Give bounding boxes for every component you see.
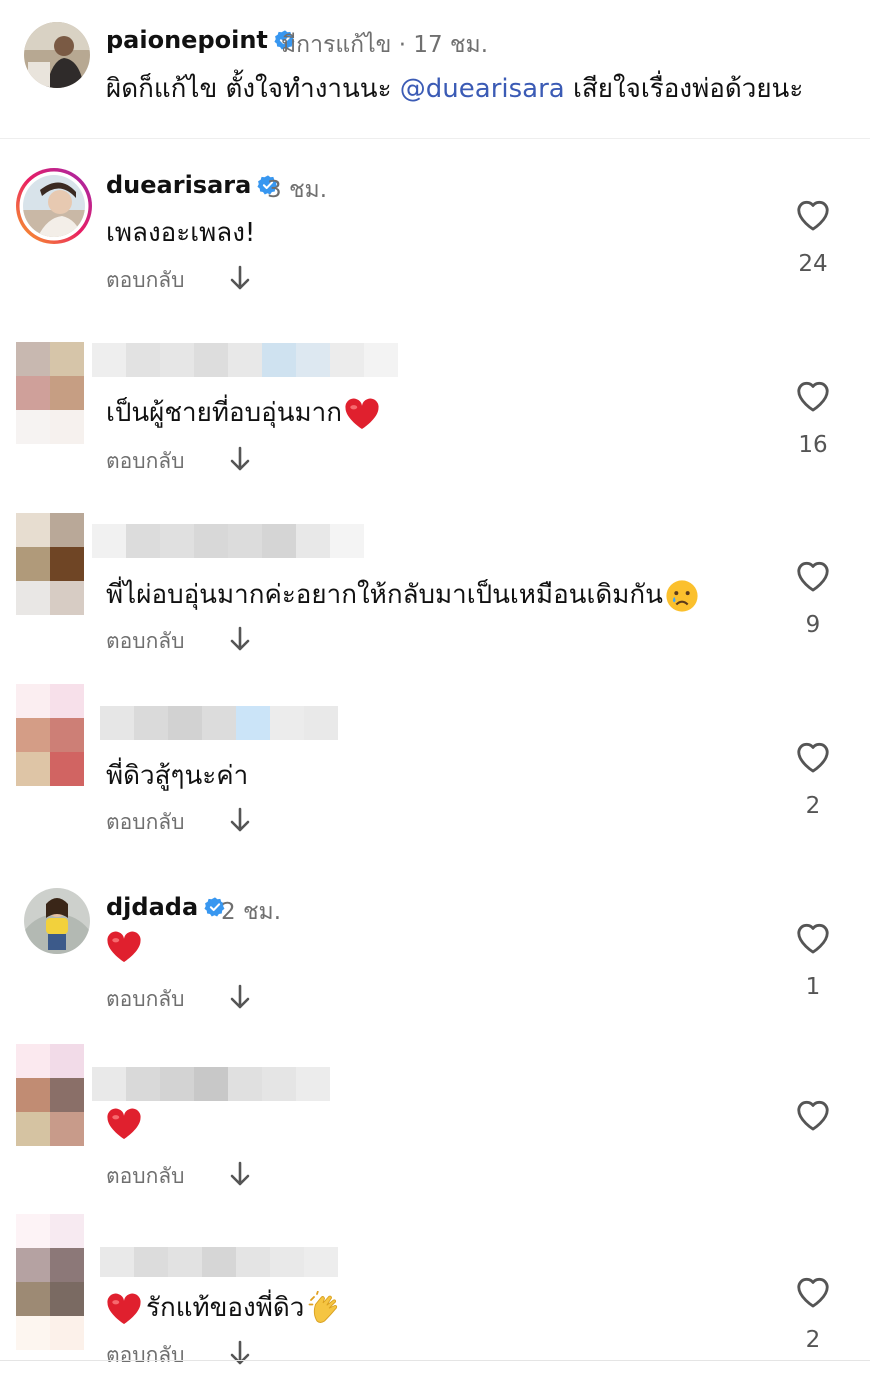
like-count: 9 [805, 612, 821, 638]
heart-icon[interactable] [794, 377, 832, 413]
pixelated-username[interactable] [92, 343, 398, 377]
reply-button[interactable]: ตอบกลับ [106, 625, 185, 658]
like-count: 2 [805, 1327, 821, 1353]
comment-username[interactable]: djdada [106, 893, 226, 921]
like-count: 1 [805, 974, 821, 1000]
reply-button[interactable]: ตอบกลับ [106, 264, 185, 297]
reply-button[interactable]: ตอบกลับ [106, 983, 185, 1016]
avatar-story-ring[interactable] [14, 166, 94, 246]
arrow-down-icon[interactable] [228, 983, 252, 1011]
pixelated-avatar[interactable] [16, 342, 84, 444]
mention-link[interactable]: @duearisara [400, 74, 565, 104]
heart-icon[interactable] [794, 738, 832, 774]
caption-meta: มีการแก้ไข · 17 ชม. [281, 27, 488, 63]
edited-label: มีการแก้ไข [281, 32, 392, 58]
arrow-down-icon[interactable] [228, 625, 252, 653]
caption-time: 17 ชม. [413, 32, 489, 58]
pixelated-username[interactable] [100, 1247, 338, 1277]
reply-button[interactable]: ตอบกลับ [106, 806, 185, 839]
avatar[interactable] [24, 22, 90, 88]
reply-button[interactable]: ตอบกลับ [106, 445, 185, 478]
arrow-down-icon[interactable] [228, 445, 252, 473]
pixelated-avatar[interactable] [16, 684, 84, 786]
reply-button[interactable]: ตอบกลับ [106, 1339, 185, 1372]
pixelated-avatar[interactable] [16, 1214, 84, 1350]
red-heart-emoji-icon [107, 931, 141, 962]
like-count: 24 [798, 251, 828, 277]
comment-time: 3 ชม. [267, 177, 328, 203]
like-count: 2 [805, 793, 821, 819]
comment-time: 2 ชม. [221, 899, 282, 925]
red-heart-emoji-icon [107, 1108, 141, 1139]
like-count: 16 [798, 432, 828, 458]
comment-username[interactable]: duearisara [106, 171, 279, 199]
heart-icon[interactable] [794, 196, 832, 232]
heart-icon[interactable] [794, 1273, 832, 1309]
pixelated-username[interactable] [92, 524, 364, 558]
comment-text: พี่ดิวสู้ๆนะค่า [106, 761, 249, 791]
pixelated-avatar[interactable] [16, 513, 84, 615]
comment-text: เพลงอะเพลง! [106, 218, 256, 248]
arrow-down-icon[interactable] [228, 264, 252, 292]
comment-text [106, 1107, 142, 1141]
comment-text [106, 930, 142, 964]
clapping-hands-emoji-icon [308, 1290, 338, 1323]
dot-separator: · [398, 32, 407, 58]
comment-text: พี่ไผ่อบอุ่นมากค่ะอยากให้กลับมาเป็นเหมือ… [106, 574, 699, 615]
heart-icon[interactable] [794, 557, 832, 593]
red-heart-emoji-icon [107, 1293, 141, 1324]
comment-text: รักแท้ของพี่ดิว [106, 1287, 344, 1328]
avatar[interactable] [24, 888, 90, 954]
arrow-down-icon[interactable] [228, 1160, 252, 1188]
heart-icon[interactable] [794, 919, 832, 955]
crying-face-emoji-icon [666, 579, 698, 612]
bottom-divider [0, 1360, 870, 1361]
comment-text: เป็นผู้ชายที่อบอุ่นมาก [106, 392, 380, 433]
caption-username[interactable]: paionepoint [106, 26, 296, 54]
pixelated-username[interactable] [100, 706, 338, 740]
red-heart-emoji-icon [345, 398, 379, 429]
arrow-down-icon[interactable] [228, 806, 252, 834]
reply-button[interactable]: ตอบกลับ [106, 1160, 185, 1193]
heart-icon[interactable] [794, 1096, 832, 1132]
pixelated-username[interactable] [92, 1067, 330, 1101]
arrow-down-icon[interactable] [228, 1339, 252, 1367]
caption-text: ผิดก็แก้ไข ตั้งใจทำงานนะ @duearisara เสี… [106, 74, 804, 104]
pixelated-avatar[interactable] [16, 1044, 84, 1146]
post-caption: paionepoint มีการแก้ไข · 17 ชม. ผิดก็แก้… [0, 0, 870, 139]
